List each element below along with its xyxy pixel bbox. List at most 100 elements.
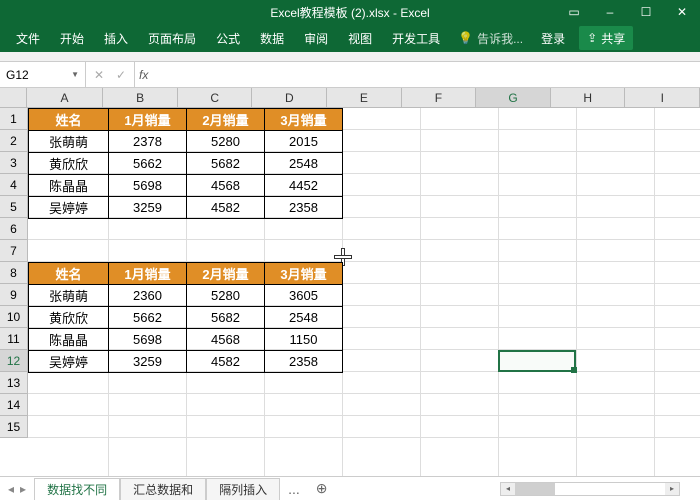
tab-formulas[interactable]: 公式 (206, 24, 250, 52)
table-cell[interactable]: 5280 (187, 131, 265, 153)
table-cell[interactable]: 3259 (109, 351, 187, 373)
row-header[interactable]: 12 (0, 350, 28, 372)
table-cell[interactable]: 5698 (109, 175, 187, 197)
table-cell[interactable]: 3259 (109, 197, 187, 219)
new-sheet-button[interactable]: ⊕ (308, 480, 336, 497)
table-cell[interactable]: 黄欣欣 (29, 307, 109, 329)
table-cell[interactable]: 5682 (187, 307, 265, 329)
table-cell[interactable]: 4568 (187, 175, 265, 197)
tab-view[interactable]: 视图 (338, 24, 382, 52)
table-cell[interactable]: 4582 (187, 351, 265, 373)
row-header[interactable]: 14 (0, 394, 28, 416)
title-bar: Excel教程模板 (2).xlsx - Excel ▭ – ☐ ✕ (0, 0, 700, 24)
row-header[interactable]: 15 (0, 416, 28, 438)
table-cell[interactable]: 2378 (109, 131, 187, 153)
column-header[interactable]: G (476, 88, 551, 108)
table-header-cell[interactable]: 3月销量 (265, 263, 343, 285)
column-header[interactable]: A (27, 88, 104, 108)
table-cell[interactable]: 张萌萌 (29, 285, 109, 307)
name-box[interactable]: G12 ▼ (0, 62, 86, 87)
table-cell[interactable]: 2358 (265, 351, 343, 373)
table-cell[interactable]: 5662 (109, 307, 187, 329)
sheet-tab[interactable]: 汇总数据和 (120, 478, 206, 500)
row-header[interactable]: 6 (0, 218, 28, 240)
row-header[interactable]: 2 (0, 130, 28, 152)
table-cell[interactable]: 2015 (265, 131, 343, 153)
fx-icon[interactable]: fx (135, 62, 152, 87)
column-header[interactable]: E (327, 88, 402, 108)
table-cell[interactable]: 5280 (187, 285, 265, 307)
table-cell[interactable]: 5682 (187, 153, 265, 175)
column-header[interactable]: B (103, 88, 178, 108)
column-header[interactable]: F (402, 88, 477, 108)
sheet-tab[interactable]: 数据找不同 (34, 478, 120, 500)
table-cell[interactable]: 2358 (265, 197, 343, 219)
table-cell[interactable]: 2360 (109, 285, 187, 307)
horizontal-scrollbar[interactable]: ◂ ▸ (500, 482, 680, 496)
column-header[interactable]: H (551, 88, 626, 108)
row-header[interactable]: 3 (0, 152, 28, 174)
tab-developer[interactable]: 开发工具 (382, 24, 450, 52)
sheet-tab[interactable]: 隔列插入 (206, 478, 280, 500)
column-header[interactable]: I (625, 88, 700, 108)
tab-insert[interactable]: 插入 (94, 24, 138, 52)
table-cell[interactable]: 1150 (265, 329, 343, 351)
select-all-corner[interactable] (0, 88, 27, 108)
tab-review[interactable]: 审阅 (294, 24, 338, 52)
table-cell[interactable]: 吴婷婷 (29, 351, 109, 373)
table-header-cell[interactable]: 姓名 (29, 263, 109, 285)
spreadsheet-grid[interactable]: ABCDEFGHI 123456789101112131415 姓名1月销量2月… (0, 88, 700, 476)
table-cell[interactable]: 4452 (265, 175, 343, 197)
row-header[interactable]: 11 (0, 328, 28, 350)
formula-input[interactable] (152, 62, 700, 87)
signin-button[interactable]: 登录 (531, 24, 575, 52)
table-cell[interactable]: 4582 (187, 197, 265, 219)
row-header[interactable]: 10 (0, 306, 28, 328)
tab-file[interactable]: 文件 (6, 24, 50, 52)
tab-pagelayout[interactable]: 页面布局 (138, 24, 206, 52)
column-header[interactable]: C (178, 88, 253, 108)
row-header[interactable]: 9 (0, 284, 28, 306)
row-header[interactable]: 4 (0, 174, 28, 196)
sheet-more-button[interactable]: ... (280, 481, 308, 497)
scroll-left-icon[interactable]: ◂ (501, 483, 515, 495)
row-header[interactable]: 8 (0, 262, 28, 284)
table-header-cell[interactable]: 1月销量 (109, 109, 187, 131)
column-header[interactable]: D (252, 88, 327, 108)
table-header-cell[interactable]: 姓名 (29, 109, 109, 131)
table-cell[interactable]: 2548 (265, 307, 343, 329)
close-button[interactable]: ✕ (664, 0, 700, 24)
row-header[interactable]: 5 (0, 196, 28, 218)
scroll-right-icon[interactable]: ▸ (665, 483, 679, 495)
table-cell[interactable]: 陈晶晶 (29, 329, 109, 351)
table-cell[interactable]: 4568 (187, 329, 265, 351)
minimize-button[interactable]: – (592, 0, 628, 24)
maximize-button[interactable]: ☐ (628, 0, 664, 24)
table-cell[interactable]: 5698 (109, 329, 187, 351)
table-cell[interactable]: 5662 (109, 153, 187, 175)
table-header-cell[interactable]: 2月销量 (187, 263, 265, 285)
table-cell[interactable]: 吴婷婷 (29, 197, 109, 219)
row-header[interactable]: 13 (0, 372, 28, 394)
table-cell[interactable]: 3605 (265, 285, 343, 307)
enter-formula-icon[interactable]: ✓ (112, 68, 130, 82)
tab-data[interactable]: 数据 (250, 24, 294, 52)
scroll-thumb[interactable] (515, 483, 555, 495)
table-cell[interactable]: 2548 (265, 153, 343, 175)
table-header-cell[interactable]: 3月销量 (265, 109, 343, 131)
tab-scroll-controls[interactable]: ◂ ▸ (0, 482, 34, 496)
table-header-cell[interactable]: 2月销量 (187, 109, 265, 131)
tell-me-search[interactable]: 💡 告诉我... (450, 30, 531, 47)
cancel-formula-icon[interactable]: ✕ (90, 68, 108, 82)
table-header-cell[interactable]: 1月销量 (109, 263, 187, 285)
tab-prev-icon[interactable]: ◂ (6, 482, 16, 496)
ribbon-options-icon[interactable]: ▭ (556, 0, 592, 24)
table-cell[interactable]: 黄欣欣 (29, 153, 109, 175)
tab-home[interactable]: 开始 (50, 24, 94, 52)
table-cell[interactable]: 陈晶晶 (29, 175, 109, 197)
row-header[interactable]: 1 (0, 108, 28, 130)
table-cell[interactable]: 张萌萌 (29, 131, 109, 153)
share-button[interactable]: ⇪ 共享 (579, 26, 633, 50)
tab-next-icon[interactable]: ▸ (18, 482, 28, 496)
row-header[interactable]: 7 (0, 240, 28, 262)
